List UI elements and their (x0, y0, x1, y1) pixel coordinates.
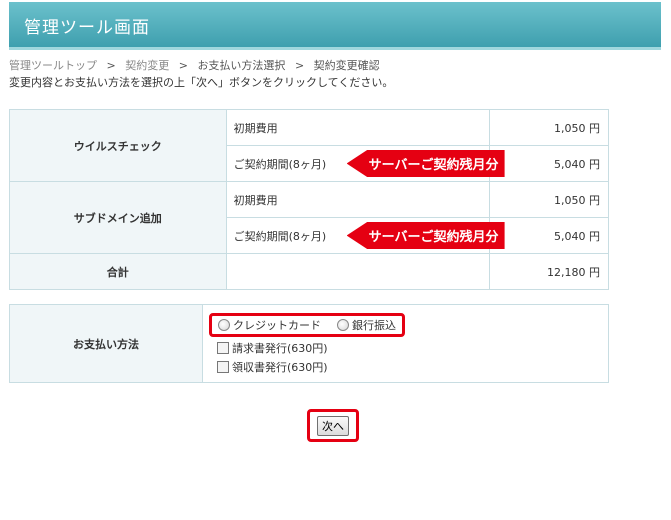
payment-table: お支払い方法 クレジットカード 銀行振込 請求書発行(630円) 領収書発行(6… (9, 304, 609, 383)
table-row: ウイルスチェック 初期費用 1,050 円 (9, 109, 609, 182)
radio-button-icon[interactable] (337, 319, 349, 331)
checkbox-receipt[interactable]: 領収書発行(630円) (217, 358, 608, 375)
checkbox-label[interactable]: 領収書発行(630円) (232, 359, 328, 375)
radio-label[interactable]: 銀行振込 (352, 317, 396, 333)
page-header: 管理ツール画面 (9, 2, 661, 50)
fee-label-cell: ご契約期間(8ヶ月) サーバーご契約残月分 (225, 217, 505, 254)
checkbox-invoice[interactable]: 請求書発行(630円) (217, 339, 608, 356)
total-empty-cell (225, 253, 491, 290)
checkbox-icon[interactable] (217, 360, 229, 373)
fee-label: ご契約期間(8ヶ月) (233, 229, 327, 243)
callout-text: サーバーご契約残月分 (368, 230, 499, 245)
radio-credit-card[interactable]: クレジットカード (218, 317, 321, 333)
breadcrumb-item-contract-change[interactable]: 契約変更 (125, 59, 169, 72)
fee-label: 初期費用 (225, 109, 491, 146)
callout-arrow: サーバーご契約残月分 (346, 222, 505, 249)
fee-amount: 1,050 円 (489, 109, 609, 146)
page-title: 管理ツール画面 (24, 18, 150, 38)
table-row: サブドメイン追加 初期費用 1,050 円 (9, 181, 609, 254)
instruction-text: 変更内容とお支払い方法を選択の上「次へ」ボタンをクリックしてください。 (9, 76, 394, 89)
next-button[interactable]: 次へ (317, 415, 349, 436)
callout-text: サーバーご契約残月分 (368, 158, 499, 173)
payment-options: クレジットカード 銀行振込 請求書発行(630円) 領収書発行(630円) (202, 304, 609, 383)
service-name-subdomain: サブドメイン追加 (9, 181, 227, 254)
radio-label[interactable]: クレジットカード (233, 317, 321, 333)
fee-amount: 5,040 円 (489, 145, 609, 182)
breadcrumb-item-payment-select: お支払い方法選択 (197, 59, 286, 72)
breadcrumb-separator: > (178, 59, 188, 72)
breadcrumb: 管理ツールトップ > 契約変更 > お支払い方法選択 > 契約変更確認 (9, 57, 380, 73)
radio-bank-transfer[interactable]: 銀行振込 (337, 317, 396, 333)
fee-label: 初期費用 (225, 181, 491, 218)
total-row: 合計 12,180 円 (9, 253, 609, 290)
next-button-highlight: 次へ (307, 409, 359, 442)
payment-radio-group: クレジットカード 銀行振込 (209, 313, 405, 337)
service-name-virus-check: ウイルスチェック (9, 109, 227, 182)
checkbox-label[interactable]: 請求書発行(630円) (232, 340, 328, 356)
breadcrumb-separator: > (294, 59, 305, 72)
breadcrumb-item-top[interactable]: 管理ツールトップ (9, 59, 97, 72)
table-row: お支払い方法 クレジットカード 銀行振込 請求書発行(630円) 領収書発行(6… (9, 304, 609, 383)
radio-button-icon[interactable] (218, 319, 230, 331)
callout-arrow: サーバーご契約残月分 (346, 150, 505, 177)
fee-label-cell: ご契約期間(8ヶ月) サーバーご契約残月分 (225, 145, 505, 182)
fee-amount: 5,040 円 (489, 217, 609, 254)
total-label: 合計 (9, 253, 227, 290)
fee-amount: 1,050 円 (489, 181, 609, 218)
breadcrumb-separator: > (106, 59, 116, 72)
fees-table: ウイルスチェック 初期費用 1,050 円 ご契約期間(8ヶ月) サーバーご契約… (9, 109, 609, 290)
total-amount: 12,180 円 (489, 253, 609, 290)
fee-label: ご契約期間(8ヶ月) (233, 157, 327, 171)
breadcrumb-item-confirm: 契約変更確認 (313, 59, 380, 72)
payment-method-label: お支払い方法 (9, 304, 203, 383)
checkbox-icon[interactable] (217, 341, 229, 354)
